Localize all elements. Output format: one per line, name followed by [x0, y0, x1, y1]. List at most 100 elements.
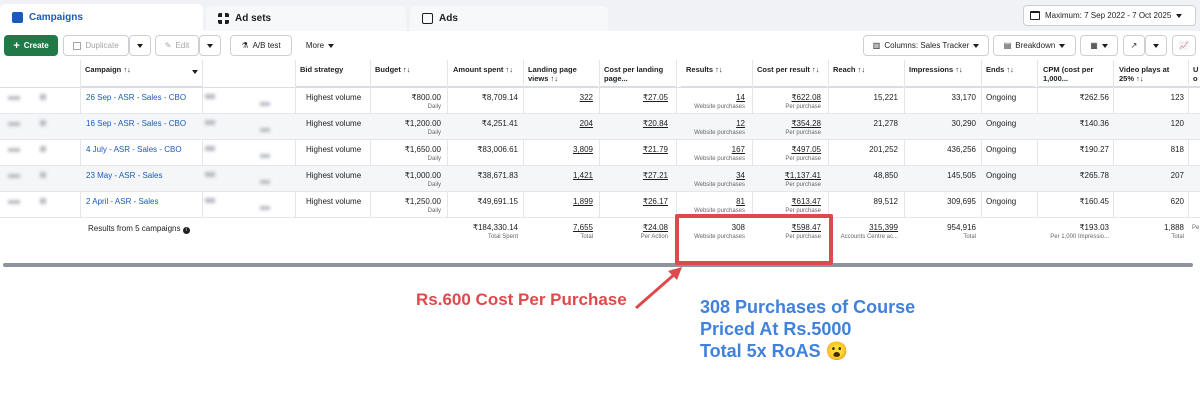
- info-icon[interactable]: i: [182, 227, 190, 234]
- create-button[interactable]: + Create: [4, 35, 58, 56]
- cell-video-value: 620: [1170, 197, 1184, 206]
- duplicate-icon: [73, 41, 82, 50]
- create-label: Create: [23, 41, 49, 50]
- cell-spent-value: ₹38,671.83: [477, 171, 518, 180]
- header-video-plays[interactable]: Video plays at 25% ↑↓: [1114, 60, 1188, 87]
- header-amount-spent[interactable]: Amount spent ↑↓: [448, 60, 523, 87]
- calendar-icon: [1030, 11, 1040, 20]
- chart-icon: 📈: [1179, 41, 1189, 50]
- header-cost-per-result[interactable]: Cost per result ↑↓: [752, 60, 827, 87]
- ab-test-button[interactable]: ⚗ A/B test: [230, 35, 292, 56]
- breakdown-button[interactable]: ▤ Breakdown: [993, 35, 1076, 56]
- table-row[interactable]: 23 May - ASR - Sales Highest volume ₹1,000…: [0, 166, 1200, 192]
- cell-lpv[interactable]: 3,809: [523, 145, 593, 154]
- cell-bid: Highest volume: [306, 93, 366, 102]
- tab-campaigns[interactable]: Campaigns: [0, 4, 203, 31]
- cell-ends-value: Ongoing: [986, 93, 1017, 102]
- cell-ends: Ongoing: [986, 93, 1031, 102]
- redacted-block: [40, 94, 46, 100]
- export-dropdown[interactable]: [1145, 35, 1167, 56]
- table-row[interactable]: 4 July - ASR - Sales - CBO Highest volume…: [0, 140, 1200, 166]
- cell-cpr[interactable]: ₹497.05 Per purchase: [752, 145, 821, 162]
- header-bid-strategy[interactable]: Bid strategy: [295, 60, 370, 87]
- cell-cpr[interactable]: ₹1,137.41 Per purchase: [752, 171, 821, 188]
- columns-button[interactable]: ▥ Columns: Sales Tracker: [863, 35, 989, 56]
- cell-impressions: 30,290: [904, 119, 976, 128]
- table-row[interactable]: 26 Sep - ASR - Sales - CBO Highest volume…: [0, 88, 1200, 114]
- redacted-block: [8, 122, 20, 126]
- cell-cpr[interactable]: ₹354.28 Per purchase: [752, 119, 821, 136]
- cell-results[interactable]: 167 Website purchases: [676, 145, 745, 162]
- totals-impressions-value: 954,916: [947, 223, 976, 232]
- table-row[interactable]: 2 April - ASR - Sales Highest volume ₹1,25…: [0, 192, 1200, 218]
- export-button[interactable]: ↗: [1123, 35, 1145, 56]
- edit-button[interactable]: ✎ Edit: [155, 35, 199, 56]
- tab-ad-sets-label: Ad sets: [235, 13, 272, 24]
- header-cost-per-landing[interactable]: Cost per landing page...: [599, 60, 676, 87]
- header-reach[interactable]: Reach ↑↓: [828, 60, 903, 87]
- table-row[interactable]: 16 Sep - ASR - Sales - CBO Highest volume…: [0, 114, 1200, 140]
- totals-cplpv-value: ₹24.08: [642, 223, 668, 232]
- cell-reach: 89,512: [828, 197, 898, 206]
- cell-cpr[interactable]: ₹622.08 Per purchase: [752, 93, 821, 110]
- header-impressions[interactable]: Impressions ↑↓: [904, 60, 981, 87]
- more-button[interactable]: More: [298, 35, 342, 56]
- redacted-block: [260, 154, 270, 158]
- cell-cplpv[interactable]: ₹21.79: [599, 145, 668, 154]
- cell-results-sub: Website purchases: [694, 156, 745, 162]
- campaign-name-link[interactable]: 23 May - ASR - Sales: [86, 171, 162, 180]
- cell-ends: Ongoing: [986, 171, 1031, 180]
- duplicate-dropdown[interactable]: [129, 35, 151, 56]
- tab-ad-sets[interactable]: Ad sets: [206, 6, 406, 31]
- cell-cpr-sub: Per purchase: [785, 104, 821, 110]
- cell-cpr[interactable]: ₹613.47 Per purchase: [752, 197, 821, 214]
- annotation-line-3: Total 5x RoAS 😮: [700, 341, 849, 361]
- header-budget[interactable]: Budget ↑↓: [370, 60, 447, 87]
- cell-lpv[interactable]: 322: [523, 93, 593, 102]
- cell-lpv[interactable]: 1,899: [523, 197, 593, 206]
- cell-results[interactable]: 12 Website purchases: [676, 119, 745, 136]
- cell-cplpv-value: ₹27.21: [642, 171, 668, 180]
- cell-bid: Highest volume: [306, 119, 366, 128]
- header-extra[interactable]: U o: [1188, 60, 1200, 87]
- cell-budget-value: ₹1,000.00: [404, 171, 441, 180]
- cell-results[interactable]: 14 Website purchases: [676, 93, 745, 110]
- reports-button[interactable]: ▦: [1080, 35, 1118, 56]
- cell-budget: ₹1,200.00 Daily: [370, 119, 441, 136]
- totals-spent-value: ₹184,330.14: [472, 223, 518, 232]
- cell-lpv[interactable]: 1,421: [523, 171, 593, 180]
- chevron-down-icon: [1176, 14, 1183, 21]
- campaign-name-link[interactable]: 4 July - ASR - Sales - CBO: [86, 145, 182, 154]
- cell-results[interactable]: 81 Website purchases: [676, 197, 745, 214]
- cell-spent-value: ₹83,006.61: [477, 145, 518, 154]
- header-results[interactable]: Results ↑↓: [681, 60, 753, 87]
- campaign-name-link[interactable]: 26 Sep - ASR - Sales - CBO: [86, 93, 186, 102]
- cell-cpr-value: ₹1,137.41: [784, 171, 821, 180]
- cell-results[interactable]: 34 Website purchases: [676, 171, 745, 188]
- header-cpm[interactable]: CPM (cost per 1,000...: [1038, 60, 1115, 87]
- duplicate-button[interactable]: Duplicate: [63, 35, 129, 56]
- edit-dropdown[interactable]: [199, 35, 221, 56]
- cell-cplpv[interactable]: ₹26.17: [599, 197, 668, 206]
- cell-video: 818: [1113, 145, 1184, 154]
- header-ends[interactable]: Ends ↑↓: [981, 60, 1035, 87]
- date-range-picker[interactable]: Maximum: 7 Sep 2022 - 7 Oct 2025: [1023, 5, 1196, 26]
- header-campaign[interactable]: Campaign ↑↓: [80, 60, 202, 87]
- cell-cpm: ₹265.78: [1037, 171, 1109, 180]
- cell-lpv[interactable]: 204: [523, 119, 593, 128]
- export-icon: ↗: [1130, 41, 1138, 50]
- cell-cplpv[interactable]: ₹27.21: [599, 171, 668, 180]
- date-range-label: Maximum: 7 Sep 2022 - 7 Oct 2025: [1045, 11, 1172, 20]
- header-landing-page-views[interactable]: Landing page views ↑↓: [523, 60, 598, 87]
- totals-lpv-value: 7,655: [572, 223, 593, 232]
- campaign-name-link[interactable]: 2 April - ASR - Sales: [86, 197, 158, 206]
- plus-icon: +: [13, 39, 20, 52]
- chart-button[interactable]: 📈: [1172, 35, 1196, 56]
- tab-ads[interactable]: Ads: [410, 6, 608, 31]
- campaign-name-link[interactable]: 16 Sep - ASR - Sales - CBO: [86, 119, 186, 128]
- horizontal-scrollbar[interactable]: [3, 263, 1193, 267]
- cell-cplpv[interactable]: ₹27.05: [599, 93, 668, 102]
- cell-lpv-value: 322: [579, 93, 593, 102]
- cell-results-value: 167: [731, 145, 745, 154]
- cell-cplpv[interactable]: ₹20.84: [599, 119, 668, 128]
